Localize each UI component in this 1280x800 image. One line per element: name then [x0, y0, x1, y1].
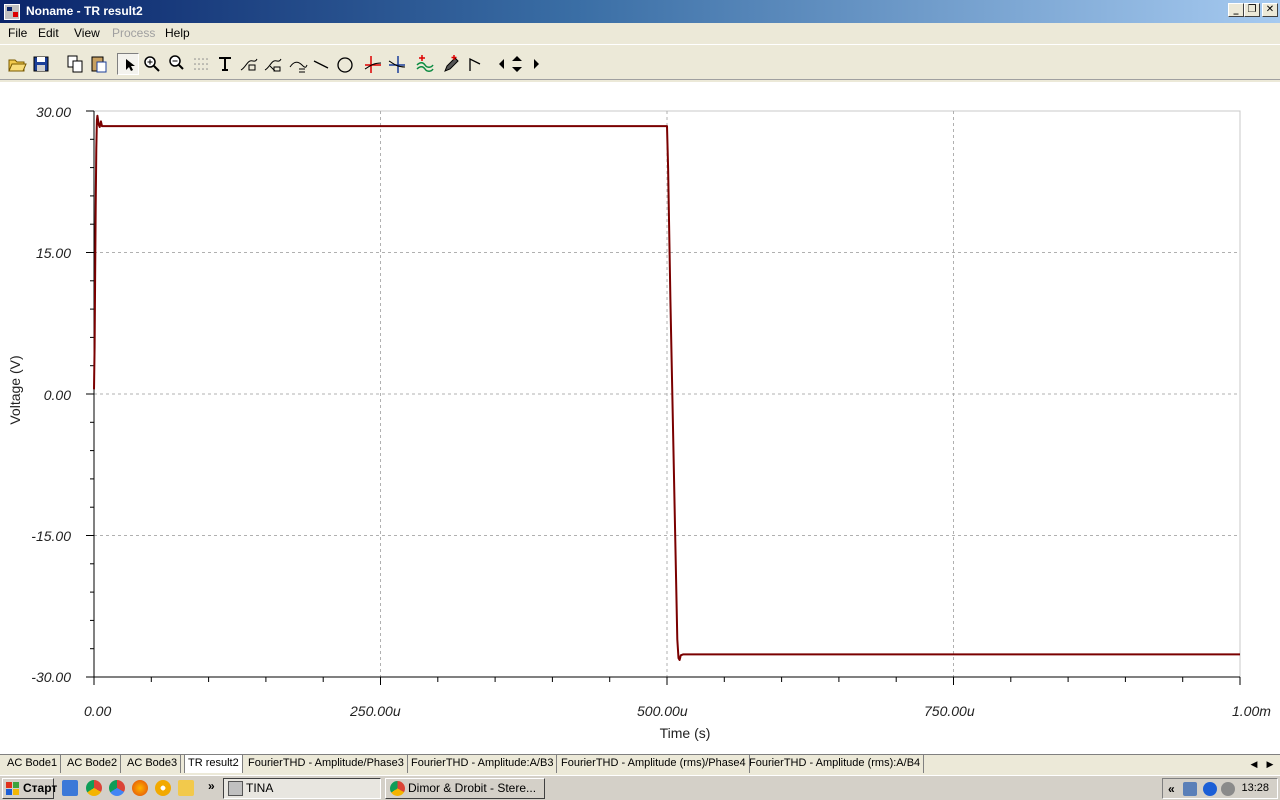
window-title: Noname - TR result2: [26, 4, 143, 18]
chrome-canary-quicklaunch-icon[interactable]: [109, 780, 125, 796]
copy-icon[interactable]: [64, 53, 86, 75]
y-tick-label: -30.00: [31, 669, 71, 685]
tab-fourier-rms-phase4[interactable]: FourierTHD - Amplitude (rms)/Phase4: [558, 755, 750, 773]
chrome-quicklaunch-icon[interactable]: [86, 780, 102, 796]
tab-fourier-amp-phase3[interactable]: FourierTHD - Amplitude/Phase3: [245, 755, 408, 773]
tab-scroll-left-icon[interactable]: ◀: [1248, 757, 1260, 771]
toolbar: [0, 44, 1280, 80]
tab-tr-result2[interactable]: TR result2: [184, 755, 243, 773]
menu-help[interactable]: Help: [165, 26, 190, 40]
tab-ac-bode3[interactable]: AC Bode3: [124, 755, 182, 773]
restore-button[interactable]: ❐: [1244, 3, 1260, 17]
settings-tray-icon[interactable]: [1221, 782, 1235, 796]
y-tick-label: 15.00: [35, 245, 71, 261]
zoom-in-icon[interactable]: [141, 53, 163, 75]
curve-label-icon[interactable]: [238, 53, 260, 75]
start-button[interactable]: Старт: [2, 778, 58, 799]
windows-logo-icon: [6, 782, 19, 795]
auto-label-icon[interactable]: [287, 53, 309, 75]
tab-ac-bode1[interactable]: AC Bode1: [4, 755, 62, 773]
arrow-right-icon[interactable]: [524, 53, 546, 75]
tina-window: Noname - TR result2 _ ❐ ✕ File Edit View…: [0, 0, 1280, 800]
menu-edit[interactable]: Edit: [38, 26, 59, 40]
grid-icon[interactable]: [190, 53, 212, 75]
marker-icon[interactable]: [464, 53, 486, 75]
circle-icon[interactable]: [334, 53, 356, 75]
tab-scroll-right-icon[interactable]: ▶: [1264, 757, 1276, 771]
paste-icon[interactable]: [88, 53, 110, 75]
curve-label-2-icon[interactable]: [262, 53, 284, 75]
y-tick-label: 30.00: [35, 104, 71, 120]
start-label: Старт: [23, 781, 58, 795]
line-icon[interactable]: [310, 53, 332, 75]
clock: 13:28: [1241, 782, 1269, 794]
firefox-quicklaunch-icon[interactable]: [132, 780, 148, 796]
text-icon[interactable]: [214, 53, 236, 75]
x-tick-label: 500.00u: [637, 703, 688, 719]
pointer-icon[interactable]: [117, 53, 139, 75]
tray-expand[interactable]: «: [1168, 782, 1175, 796]
tina-app-icon[interactable]: [4, 4, 20, 20]
y-axis-label: Voltage (V): [7, 355, 23, 425]
quicklaunch-more[interactable]: »: [208, 779, 215, 793]
network-tray-icon[interactable]: [1183, 782, 1197, 796]
voltage-chart[interactable]: [0, 82, 1280, 754]
system-tray: « 13:28: [1162, 778, 1278, 799]
tab-fourier-rms-ab4[interactable]: FourierTHD - Amplitude (rms):A/B4: [746, 755, 925, 773]
open-icon[interactable]: [6, 53, 28, 75]
add-curve-icon[interactable]: [414, 53, 436, 75]
menu-file[interactable]: File: [8, 26, 27, 40]
desktop-quicklaunch-icon[interactable]: [62, 780, 78, 796]
taskbar-item-browser[interactable]: Dimor & Drobit - Stere...: [385, 778, 545, 799]
x-tick-label: 1.00m: [1232, 703, 1271, 719]
taskbar-item-tina[interactable]: TINA: [223, 778, 381, 799]
title-bar[interactable]: Noname - TR result2 _ ❐ ✕: [0, 0, 1280, 23]
task-label: TINA: [246, 781, 274, 795]
close-button[interactable]: ✕: [1262, 3, 1278, 17]
cursor-b-icon[interactable]: [386, 53, 408, 75]
x-tick-label: 750.00u: [924, 703, 975, 719]
x-tick-label: 250.00u: [350, 703, 401, 719]
task-label: Dimor & Drobit - Stere...: [408, 781, 537, 795]
chrome-task-icon: [390, 781, 405, 796]
media-player-quicklaunch-icon[interactable]: [155, 780, 171, 796]
y-tick-label: -15.00: [31, 528, 71, 544]
taskbar: Старт » TINA Dimor & Drobit - Stere... «…: [0, 775, 1280, 800]
menu-view[interactable]: View: [74, 26, 100, 40]
tina-task-icon: [228, 781, 243, 796]
x-axis-label: Time (s): [659, 725, 711, 741]
cursor-a-icon[interactable]: [362, 53, 384, 75]
menu-bar: File Edit View Process Help: [0, 23, 1280, 43]
pen-icon[interactable]: [440, 53, 462, 75]
zoom-100-icon[interactable]: [166, 53, 188, 75]
bluetooth-tray-icon[interactable]: [1203, 782, 1217, 796]
x-tick-label: 0.00: [84, 703, 112, 719]
tab-fourier-amp-ab3[interactable]: FourierTHD - Amplitude:A/B3: [408, 755, 558, 773]
minimize-button[interactable]: _: [1228, 3, 1244, 17]
folder-quicklaunch-icon[interactable]: [178, 780, 194, 796]
tab-ac-bode2[interactable]: AC Bode2: [64, 755, 122, 773]
result-tabs: AC Bode1 AC Bode2 AC Bode3 TR result2 Fo…: [0, 754, 1280, 774]
menu-process[interactable]: Process: [112, 26, 155, 40]
save-icon[interactable]: [30, 53, 52, 75]
transient-plot[interactable]: 30.00 15.00 0.00 -15.00 -30.00 0.00 250.…: [0, 82, 1280, 754]
